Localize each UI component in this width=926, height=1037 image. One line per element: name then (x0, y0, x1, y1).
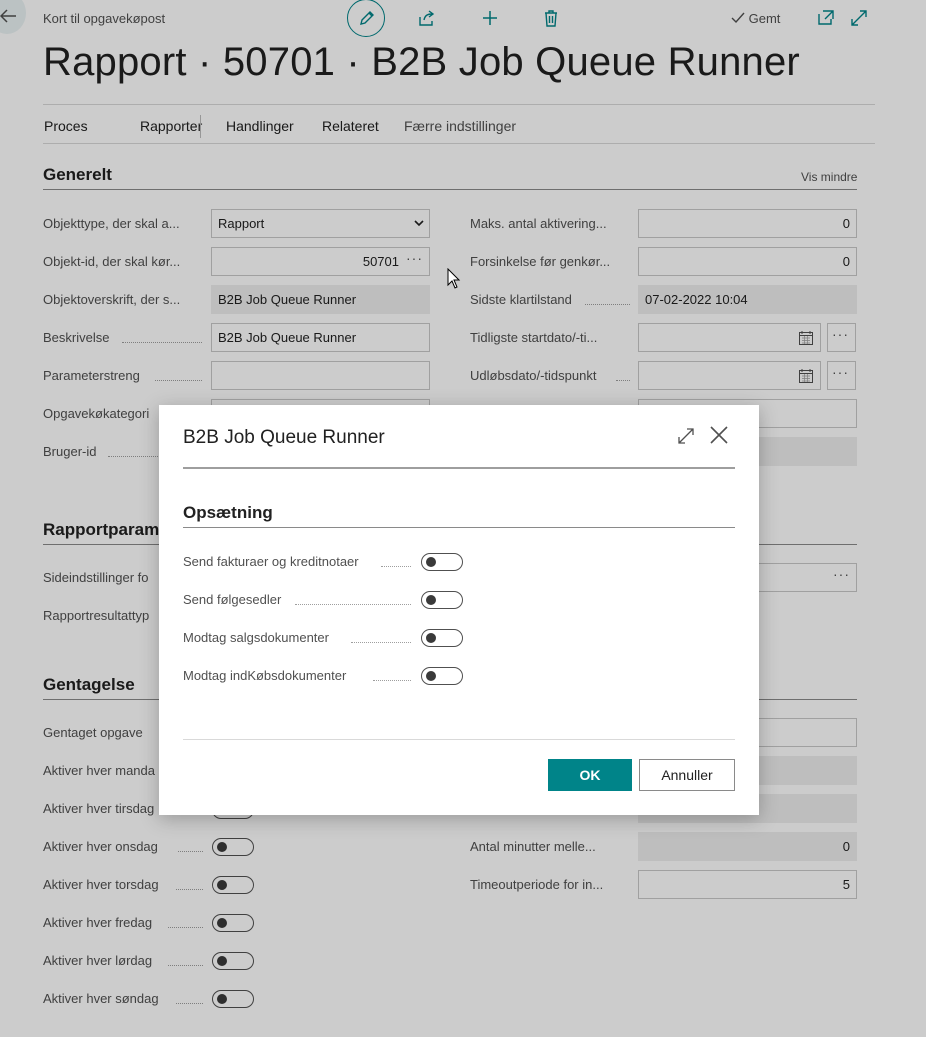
cancel-button[interactable]: Annuller (639, 759, 735, 791)
leader-dots (381, 566, 411, 567)
toggle-label: Modtag salgsdokumenter (183, 630, 329, 645)
toggle-label: Send følgesedler (183, 592, 282, 607)
leader-dots (295, 604, 411, 605)
toggle-receive-purchase-docs[interactable] (421, 667, 463, 685)
dialog-section-title[interactable]: Opsætning (183, 503, 273, 523)
toggle-send-invoices[interactable] (421, 553, 463, 571)
dialog-footer-divider (183, 739, 735, 740)
toggle-knob (426, 671, 436, 681)
toggle-label: Modtag indKøbsdokumenter (183, 668, 347, 683)
toggle-knob (426, 595, 436, 605)
toggle-knob (426, 557, 436, 567)
section-line (183, 527, 735, 528)
dialog-header-divider (183, 467, 735, 469)
leader-dots (373, 680, 411, 681)
toggle-knob (426, 633, 436, 643)
leader-dots (351, 642, 411, 643)
toggle-send-shipments[interactable] (421, 591, 463, 609)
toggle-receive-sales-docs[interactable] (421, 629, 463, 647)
dialog-title: B2B Job Queue Runner (183, 427, 385, 448)
ok-button[interactable]: OK (548, 759, 632, 791)
expand-icon[interactable] (677, 427, 695, 445)
close-icon[interactable] (709, 425, 729, 445)
mouse-cursor-icon (447, 268, 461, 289)
setup-dialog: B2B Job Queue Runner Opsætning Send fakt… (159, 405, 759, 815)
toggle-label: Send fakturaer og kreditnotaer (183, 554, 359, 569)
